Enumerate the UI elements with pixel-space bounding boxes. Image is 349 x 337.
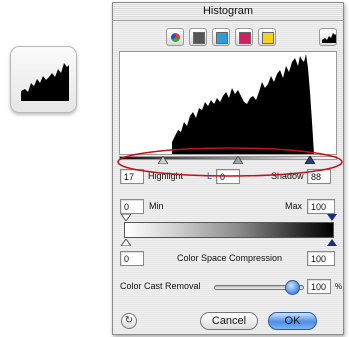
histogram-app-icon[interactable] — [10, 46, 77, 113]
histogram-graph — [172, 54, 314, 154]
rgb-wheel-icon — [171, 33, 180, 42]
channel-rgb-button[interactable] — [166, 28, 184, 46]
channel-yellow-button[interactable] — [258, 28, 276, 46]
max-output-marker[interactable] — [327, 214, 337, 221]
compression-left-marker[interactable] — [121, 239, 131, 246]
min-input[interactable]: 0 — [120, 199, 144, 214]
gray-swatch-icon — [193, 32, 205, 44]
min-output-marker[interactable] — [121, 214, 131, 221]
channel-cyan-button[interactable] — [212, 28, 230, 46]
ok-button[interactable]: OK — [268, 312, 317, 330]
window-title: Histogram — [202, 5, 254, 17]
channel-magenta-button[interactable] — [235, 28, 253, 46]
compression-right-input[interactable]: 100 — [307, 251, 335, 266]
annotation-ellipse — [117, 147, 343, 177]
max-input[interactable]: 100 — [307, 199, 335, 214]
histogram-plot — [119, 51, 337, 155]
color-cast-label: Color Cast Removal — [120, 281, 201, 291]
compression-label: Color Space Compression — [177, 253, 283, 263]
compression-left-input[interactable]: 0 — [120, 251, 144, 266]
histogram-mini-icon — [322, 33, 336, 43]
min-label: Min — [149, 201, 164, 211]
compression-right-marker[interactable] — [327, 239, 337, 246]
percent-label: % — [335, 282, 343, 291]
cyan-swatch-icon — [216, 32, 228, 44]
channel-gray-button[interactable] — [189, 28, 207, 46]
output-gradient-bar — [124, 222, 334, 238]
histogram-toggle-button[interactable] — [319, 28, 337, 46]
cancel-button[interactable]: Cancel — [200, 312, 258, 330]
max-label: Max — [285, 201, 303, 211]
magenta-swatch-icon — [239, 32, 251, 44]
color-cast-input[interactable]: 100 — [307, 279, 331, 294]
reset-icon: ↻ — [124, 315, 134, 326]
yellow-swatch-icon — [262, 32, 274, 44]
reset-button[interactable]: ↻ — [121, 313, 137, 329]
title-bar[interactable]: Histogram — [113, 3, 343, 21]
histogram-icon — [21, 63, 69, 101]
color-cast-slider-knob[interactable] — [285, 280, 300, 295]
